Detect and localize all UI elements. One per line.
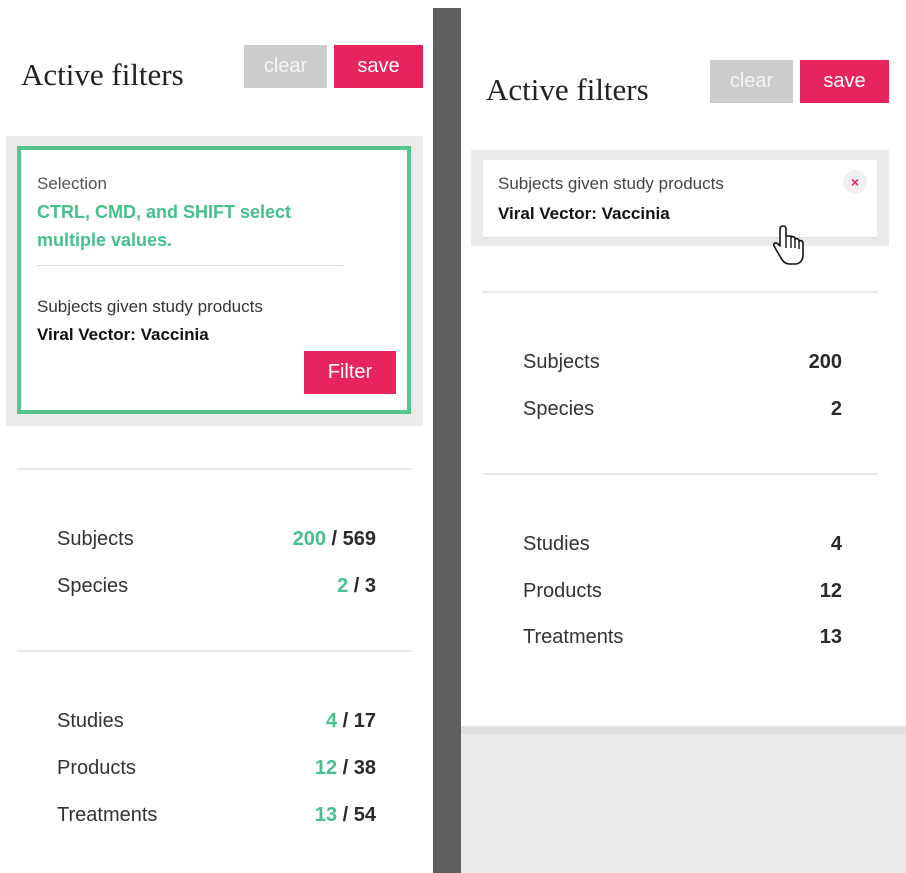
stat-value: 4 bbox=[830, 533, 842, 555]
stat-label: Products bbox=[523, 580, 602, 602]
stat-label: Subjects bbox=[57, 528, 134, 550]
stat-label: Treatments bbox=[523, 626, 624, 648]
filter-value: Viral Vector: Vaccinia bbox=[498, 204, 670, 223]
selection-panel: Selection CTRL, CMD, and SHIFT select mu… bbox=[6, 136, 423, 426]
stat-value: 12 / 38 bbox=[314, 757, 376, 779]
right-panel: Active filters clear save Subjects given… bbox=[461, 0, 906, 873]
active-filter-card[interactable]: Subjects given study products Viral Vect… bbox=[483, 160, 877, 237]
stat-label: Subjects bbox=[523, 351, 600, 373]
left-panel: Active filters clear save Selection CTRL… bbox=[0, 0, 433, 873]
stat-row-studies: Studies 4 / 17 bbox=[57, 710, 376, 736]
divider bbox=[461, 726, 906, 734]
stat-row-species: Species 2 / 3 bbox=[57, 575, 376, 601]
selection-filter-value: Viral Vector: Vaccinia bbox=[37, 325, 209, 344]
stat-row-subjects: Subjects 200 / 569 bbox=[57, 528, 376, 554]
stat-label: Treatments bbox=[57, 804, 158, 826]
active-filter-area: Subjects given study products Viral Vect… bbox=[471, 150, 889, 246]
stat-value: 13 bbox=[819, 626, 842, 648]
page-title: Active filters bbox=[486, 72, 649, 107]
stat-label: Products bbox=[57, 757, 136, 779]
stat-row-products: Products 12 bbox=[523, 580, 842, 606]
stat-label: Studies bbox=[523, 533, 590, 555]
footer-area bbox=[461, 726, 906, 873]
stat-value: 12 bbox=[819, 580, 842, 602]
divider bbox=[37, 265, 343, 266]
divider bbox=[483, 291, 878, 293]
selection-box: Selection CTRL, CMD, and SHIFT select mu… bbox=[17, 146, 411, 414]
filter-name: Subjects given study products bbox=[498, 174, 724, 193]
stat-label: Studies bbox=[57, 710, 124, 732]
clear-button[interactable]: clear bbox=[244, 45, 327, 88]
stat-row-treatments: Treatments 13 bbox=[523, 626, 842, 652]
hand-pointer-icon bbox=[773, 225, 804, 265]
save-button[interactable]: save bbox=[800, 60, 889, 103]
stat-label: Species bbox=[523, 398, 595, 420]
stat-row-subjects: Subjects 200 bbox=[523, 351, 842, 377]
stat-row-treatments: Treatments 13 / 54 bbox=[57, 804, 376, 830]
stat-row-products: Products 12 / 38 bbox=[57, 757, 376, 783]
stat-value: 4 / 17 bbox=[325, 710, 376, 732]
selection-hint: CTRL, CMD, and SHIFT select multiple val… bbox=[37, 202, 292, 250]
stat-row-species: Species 2 bbox=[523, 398, 842, 424]
stat-value: 2 bbox=[830, 398, 842, 420]
save-button[interactable]: save bbox=[334, 45, 423, 88]
divider bbox=[17, 468, 412, 470]
stat-row-studies: Studies 4 bbox=[523, 533, 842, 559]
stat-value: 200 / 569 bbox=[292, 528, 376, 550]
selection-filter-name: Subjects given study products bbox=[37, 297, 263, 316]
panel-divider bbox=[433, 8, 461, 873]
clear-button[interactable]: clear bbox=[710, 60, 793, 103]
selection-heading: Selection bbox=[37, 174, 107, 193]
close-icon[interactable]: × bbox=[843, 170, 867, 194]
stat-value: 2 / 3 bbox=[337, 575, 376, 597]
stat-value: 13 / 54 bbox=[314, 804, 376, 826]
page-title: Active filters bbox=[21, 57, 184, 92]
divider bbox=[483, 473, 878, 475]
filter-button[interactable]: Filter bbox=[304, 351, 396, 394]
stat-label: Species bbox=[57, 575, 129, 597]
divider bbox=[17, 650, 412, 652]
stat-value: 200 bbox=[808, 351, 842, 373]
